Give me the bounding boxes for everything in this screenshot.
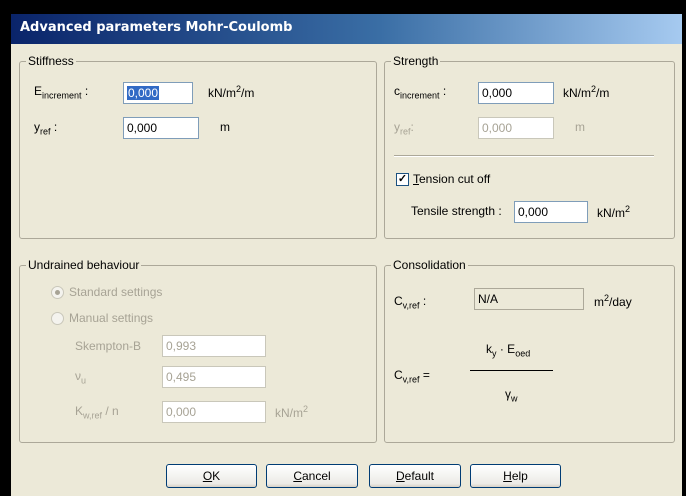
y-ref-field[interactable]: 0,000 bbox=[123, 117, 199, 139]
c-increment-label: cincrement : bbox=[394, 84, 447, 101]
y-ref-unit: m bbox=[220, 120, 230, 134]
cv-ref-field: N/A bbox=[474, 288, 584, 310]
e-increment-unit: kN/m2/m bbox=[208, 84, 255, 100]
strength-y-ref-label: yref: bbox=[394, 120, 414, 137]
e-increment-field[interactable]: 0,000 bbox=[123, 82, 193, 104]
standard-settings-label: Standard settings bbox=[69, 285, 163, 299]
consolidation-legend: Consolidation bbox=[391, 258, 468, 272]
strength-y-ref-field: 0,000 bbox=[478, 117, 554, 139]
help-button[interactable]: Help bbox=[470, 464, 561, 488]
cv-ref-label: Cv,ref : bbox=[394, 294, 427, 311]
window-title: Advanced parameters Mohr-Coulomb bbox=[20, 20, 293, 35]
formula-fraction-line bbox=[470, 370, 553, 371]
strength-legend: Strength bbox=[391, 54, 441, 68]
ok-button[interactable]: OK bbox=[166, 464, 257, 488]
c-increment-unit: kN/m2/m bbox=[563, 84, 610, 100]
y-ref-label: yref : bbox=[34, 120, 58, 137]
stiffness-legend: Stiffness bbox=[26, 54, 76, 68]
tensile-strength-label: Tensile strength : bbox=[411, 204, 502, 218]
manual-settings-radio bbox=[51, 312, 64, 325]
nu-u-label: νu bbox=[75, 369, 87, 386]
tension-cutoff-checkbox[interactable]: ✓ bbox=[396, 173, 409, 186]
standard-settings-radio bbox=[51, 286, 64, 299]
default-button[interactable]: Default bbox=[369, 464, 461, 488]
kw-ref-unit: kN/m2 bbox=[275, 404, 309, 420]
manual-settings-label: Manual settings bbox=[69, 311, 154, 325]
formula-numerator: ky · Eoed bbox=[486, 342, 531, 359]
skempton-b-label: Skempton-B bbox=[75, 339, 142, 353]
tensile-strength-unit: kN/m2 bbox=[597, 204, 631, 220]
skempton-b-field: 0,993 bbox=[162, 335, 266, 357]
undrained-legend: Undrained behaviour bbox=[26, 258, 142, 272]
cv-ref-unit: m2/day bbox=[594, 293, 632, 309]
e-increment-label: Eincrement : bbox=[34, 84, 89, 101]
cancel-button[interactable]: Cancel bbox=[266, 464, 358, 488]
tensile-strength-field[interactable]: 0,000 bbox=[514, 201, 588, 223]
formula-lhs: Cv,ref = bbox=[394, 368, 430, 385]
c-increment-field[interactable]: 0,000 bbox=[478, 82, 554, 104]
kw-ref-field: 0,000 bbox=[162, 401, 266, 423]
title-bar[interactable]: Advanced parameters Mohr-Coulomb bbox=[11, 14, 682, 44]
formula-denominator: γw bbox=[505, 387, 518, 404]
tension-cutoff-label[interactable]: Tension cut off bbox=[413, 172, 490, 186]
nu-u-field: 0,495 bbox=[162, 366, 266, 388]
strength-separator bbox=[394, 155, 654, 157]
strength-y-ref-unit: m bbox=[575, 120, 585, 134]
kw-ref-label: Kw,ref / n bbox=[75, 404, 119, 421]
dialog-window: Advanced parameters Mohr-Coulomb Stiffne… bbox=[11, 14, 682, 496]
